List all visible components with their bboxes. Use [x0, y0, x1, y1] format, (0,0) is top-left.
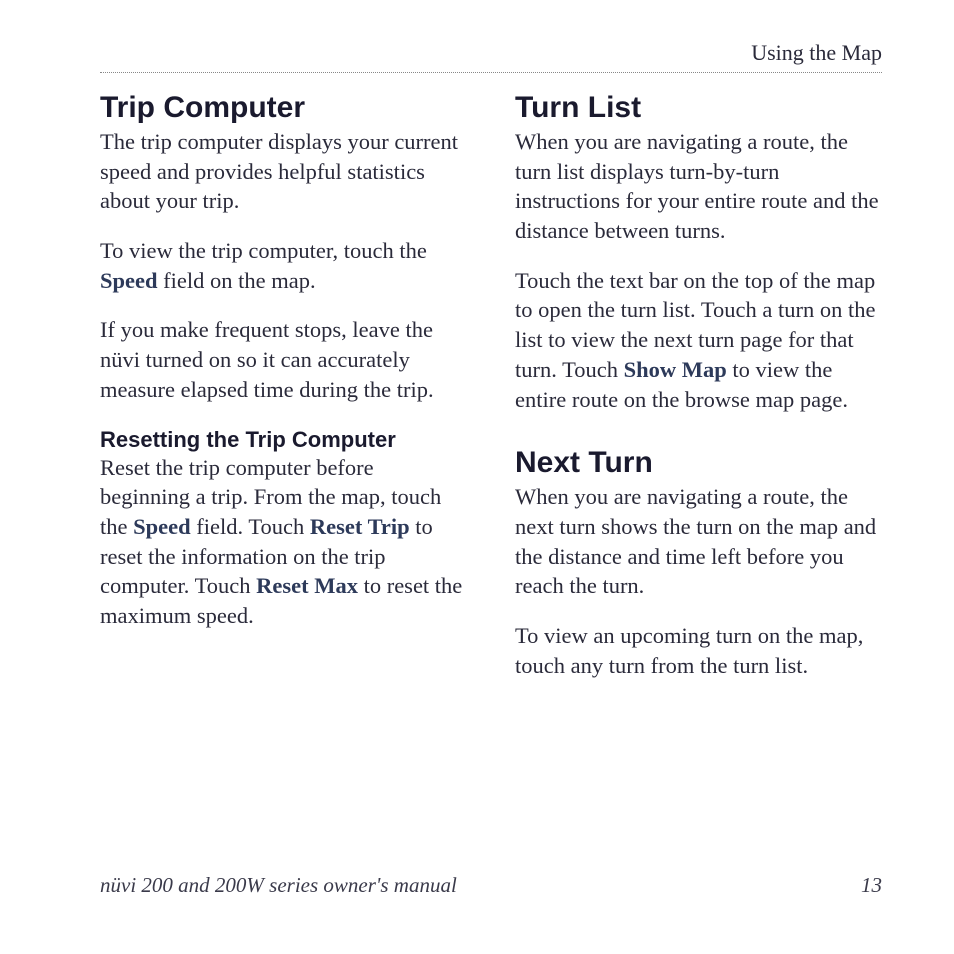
- trip-computer-stops: If you make frequent stops, leave the nü…: [100, 315, 467, 404]
- keyword-speed: Speed: [100, 268, 158, 293]
- reset-trip-paragraph: Reset the trip computer before beginning…: [100, 453, 467, 631]
- right-column: Turn List When you are navigating a rout…: [515, 91, 882, 700]
- heading-reset-trip: Resetting the Trip Computer: [100, 427, 467, 453]
- heading-next-turn: Next Turn: [515, 446, 882, 480]
- keyword-reset-trip: Reset Trip: [310, 514, 410, 539]
- trip-computer-view: To view the trip computer, touch the Spe…: [100, 236, 467, 295]
- section-title: Using the Map: [751, 40, 882, 65]
- left-column: Trip Computer The trip computer displays…: [100, 91, 467, 700]
- text: To view the trip computer, touch the: [100, 238, 427, 263]
- next-turn-view: To view an upcoming turn on the map, tou…: [515, 621, 882, 680]
- keyword-reset-max: Reset Max: [256, 573, 358, 598]
- keyword-speed-2: Speed: [133, 514, 191, 539]
- footer-title: nüvi 200 and 200W series owner's manual: [100, 873, 457, 898]
- turn-list-instructions: Touch the text bar on the top of the map…: [515, 266, 882, 414]
- page-footer: nüvi 200 and 200W series owner's manual …: [100, 873, 882, 898]
- next-turn-intro: When you are navigating a route, the nex…: [515, 482, 882, 601]
- turn-list-intro: When you are navigating a route, the tur…: [515, 127, 882, 246]
- keyword-show-map: Show Map: [624, 357, 727, 382]
- page-number: 13: [861, 873, 882, 898]
- text: field. Touch: [191, 514, 310, 539]
- text: field on the map.: [158, 268, 316, 293]
- page-header: Using the Map: [100, 40, 882, 73]
- heading-turn-list: Turn List: [515, 91, 882, 125]
- heading-trip-computer: Trip Computer: [100, 91, 467, 125]
- content-columns: Trip Computer The trip computer displays…: [100, 91, 882, 700]
- trip-computer-intro: The trip computer displays your current …: [100, 127, 467, 216]
